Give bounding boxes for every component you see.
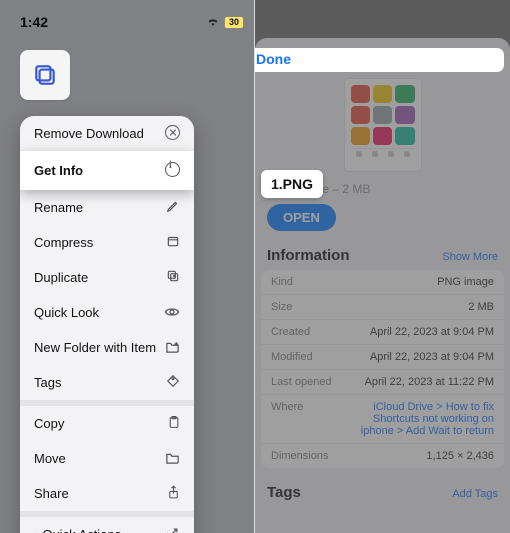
row-val: April 22, 2023 at 11:22 PM [365, 376, 494, 388]
row-created: Created April 22, 2023 at 9:04 PM [261, 320, 504, 345]
row-val[interactable]: iCloud Drive > How to fix Shortcuts not … [344, 401, 494, 437]
row-dimensions: Dimensions 1,125 × 2,436 [261, 444, 504, 468]
menu-duplicate[interactable]: Duplicate [20, 260, 194, 295]
row-key: Created [271, 326, 310, 338]
row-val: 1,125 × 2,436 [426, 450, 494, 462]
chevron-right-icon: › [34, 527, 38, 533]
menu-label: Quick Look [34, 305, 99, 320]
row-val: April 22, 2023 at 9:04 PM [370, 326, 494, 338]
menu-label: Get Info [34, 163, 83, 178]
row-val: PNG image [437, 276, 494, 288]
battery-indicator: 30 [224, 16, 244, 29]
open-button[interactable]: OPEN [267, 204, 336, 231]
menu-label: Remove Download [34, 126, 144, 141]
row-where: Where iCloud Drive > How to fix Shortcut… [261, 395, 504, 444]
menu-share[interactable]: Share [20, 476, 194, 511]
menu-label: Quick Actions [42, 527, 121, 533]
section-information: Information [267, 247, 350, 264]
row-key: Kind [271, 276, 293, 288]
file-preview [344, 78, 422, 172]
row-last-opened: Last opened April 22, 2023 at 11:22 PM [261, 370, 504, 395]
menu-label: Share [34, 486, 69, 501]
archive-icon [160, 234, 180, 251]
row-key: Last opened [271, 376, 332, 388]
menu-remove-download[interactable]: Remove Download [20, 116, 194, 151]
row-val: April 22, 2023 at 9:04 PM [370, 351, 494, 363]
row-key: Dimensions [271, 450, 328, 462]
add-tags-link[interactable]: Add Tags [452, 488, 498, 500]
menu-quick-actions[interactable]: › Quick Actions [20, 517, 194, 533]
remove-download-icon [160, 125, 180, 143]
file-name: 1.PNG [261, 170, 323, 198]
menu-quick-look[interactable]: Quick Look [20, 295, 194, 330]
row-key: Size [271, 301, 292, 313]
menu-rename[interactable]: Rename [20, 190, 194, 225]
show-more-link[interactable]: Show More [442, 251, 498, 263]
context-menu: Remove Download Get Info Rename Compress… [20, 116, 194, 533]
menu-label: Duplicate [34, 270, 88, 285]
row-key: Where [271, 401, 303, 437]
menu-label: New Folder with Item [34, 340, 156, 355]
phone-right: 1:42 30 Info PNG image – 2 MB OPEN Infor… [255, 0, 510, 533]
menu-new-folder[interactable]: New Folder with Item [20, 330, 194, 365]
wifi-icon [206, 16, 220, 29]
filename-callout: 1.PNG [261, 170, 323, 198]
row-modified: Modified April 22, 2023 at 9:04 PM [261, 345, 504, 370]
folder-icon [160, 451, 180, 467]
wand-icon [160, 526, 180, 533]
done-button[interactable]: Done [255, 48, 504, 72]
menu-tags[interactable]: Tags [20, 365, 194, 400]
folder-plus-icon [160, 340, 180, 356]
menu-label: Move [34, 451, 66, 466]
duplicate-icon [160, 269, 180, 286]
menu-label: Copy [34, 416, 64, 431]
info-icon [160, 162, 180, 180]
share-icon [160, 485, 180, 503]
status-time: 1:42 [20, 14, 48, 30]
status-indicators: 30 [206, 16, 244, 29]
row-key: Modified [271, 351, 313, 363]
info-list: Kind PNG image Size 2 MB Created April 2… [261, 270, 504, 468]
menu-compress[interactable]: Compress [20, 225, 194, 260]
done-label: Done [256, 51, 291, 67]
menu-move[interactable]: Move [20, 441, 194, 476]
file-thumbnail[interactable] [20, 50, 70, 100]
pencil-icon [160, 199, 180, 216]
phone-left: 1:42 30 Remove Download Get Info Rename … [0, 0, 255, 533]
tag-icon [160, 374, 180, 391]
info-sheet: Info PNG image – 2 MB OPEN Information S… [255, 38, 510, 533]
row-val: 2 MB [468, 301, 494, 313]
row-kind: Kind PNG image [261, 270, 504, 295]
menu-label: Tags [34, 375, 61, 390]
row-size: Size 2 MB [261, 295, 504, 320]
clipboard-icon [160, 415, 180, 433]
menu-label: Rename [34, 200, 83, 215]
copy-pages-icon [32, 62, 58, 88]
menu-get-info[interactable]: Get Info [20, 151, 194, 190]
status-bar: 1:42 30 [0, 0, 254, 44]
eye-icon [160, 305, 180, 321]
menu-copy[interactable]: Copy [20, 406, 194, 441]
menu-label: Compress [34, 235, 93, 250]
section-tags: Tags [267, 484, 301, 501]
